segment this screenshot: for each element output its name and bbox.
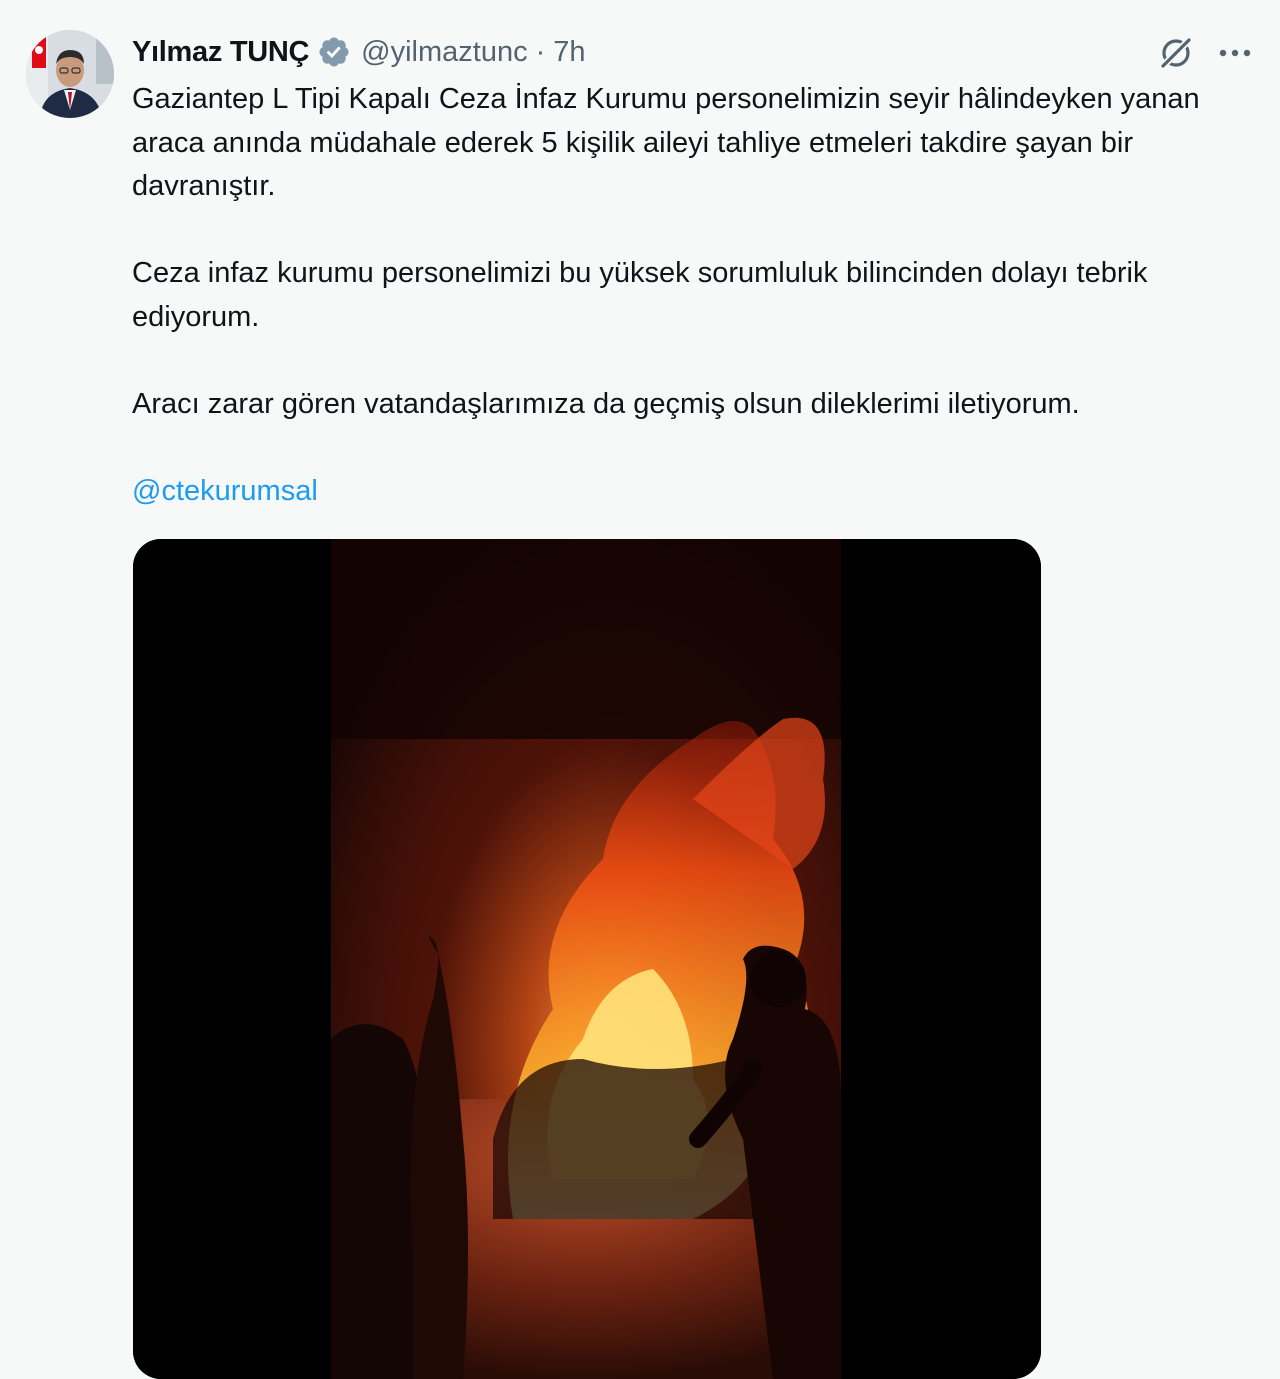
grok-icon[interactable] <box>1156 33 1196 73</box>
tweet-card: Yılmaz TUNÇ @yilmaztunc · 7h Gaziantep L… <box>0 0 1280 1379</box>
avatar-photo <box>26 30 114 118</box>
tweet-paragraph: Ceza infaz kurumu personelimizi bu yükse… <box>132 257 1148 333</box>
tweet-video[interactable] <box>133 539 1041 1379</box>
tweet-text: Gaziantep L Tipi Kapalı Ceza İnfaz Kurum… <box>132 78 1262 513</box>
verified-badge-icon <box>319 37 349 67</box>
video-frame <box>133 539 1041 1379</box>
tweet-header: Yılmaz TUNÇ @yilmaztunc · 7h <box>132 30 586 74</box>
mention-link[interactable]: @ctekurumsal <box>132 475 318 507</box>
author-handle[interactable]: @yilmaztunc <box>361 36 527 69</box>
tweet-paragraph: Gaziantep L Tipi Kapalı Ceza İnfaz Kurum… <box>132 83 1200 202</box>
timestamp[interactable]: 7h <box>553 36 585 69</box>
tweet-paragraph: Aracı zarar gören vatandaşlarımıza da ge… <box>132 387 1080 420</box>
separator-dot: · <box>535 35 546 68</box>
more-options-icon[interactable] <box>1216 38 1254 68</box>
avatar[interactable] <box>26 30 114 118</box>
author-name[interactable]: Yılmaz TUNÇ <box>132 36 309 69</box>
